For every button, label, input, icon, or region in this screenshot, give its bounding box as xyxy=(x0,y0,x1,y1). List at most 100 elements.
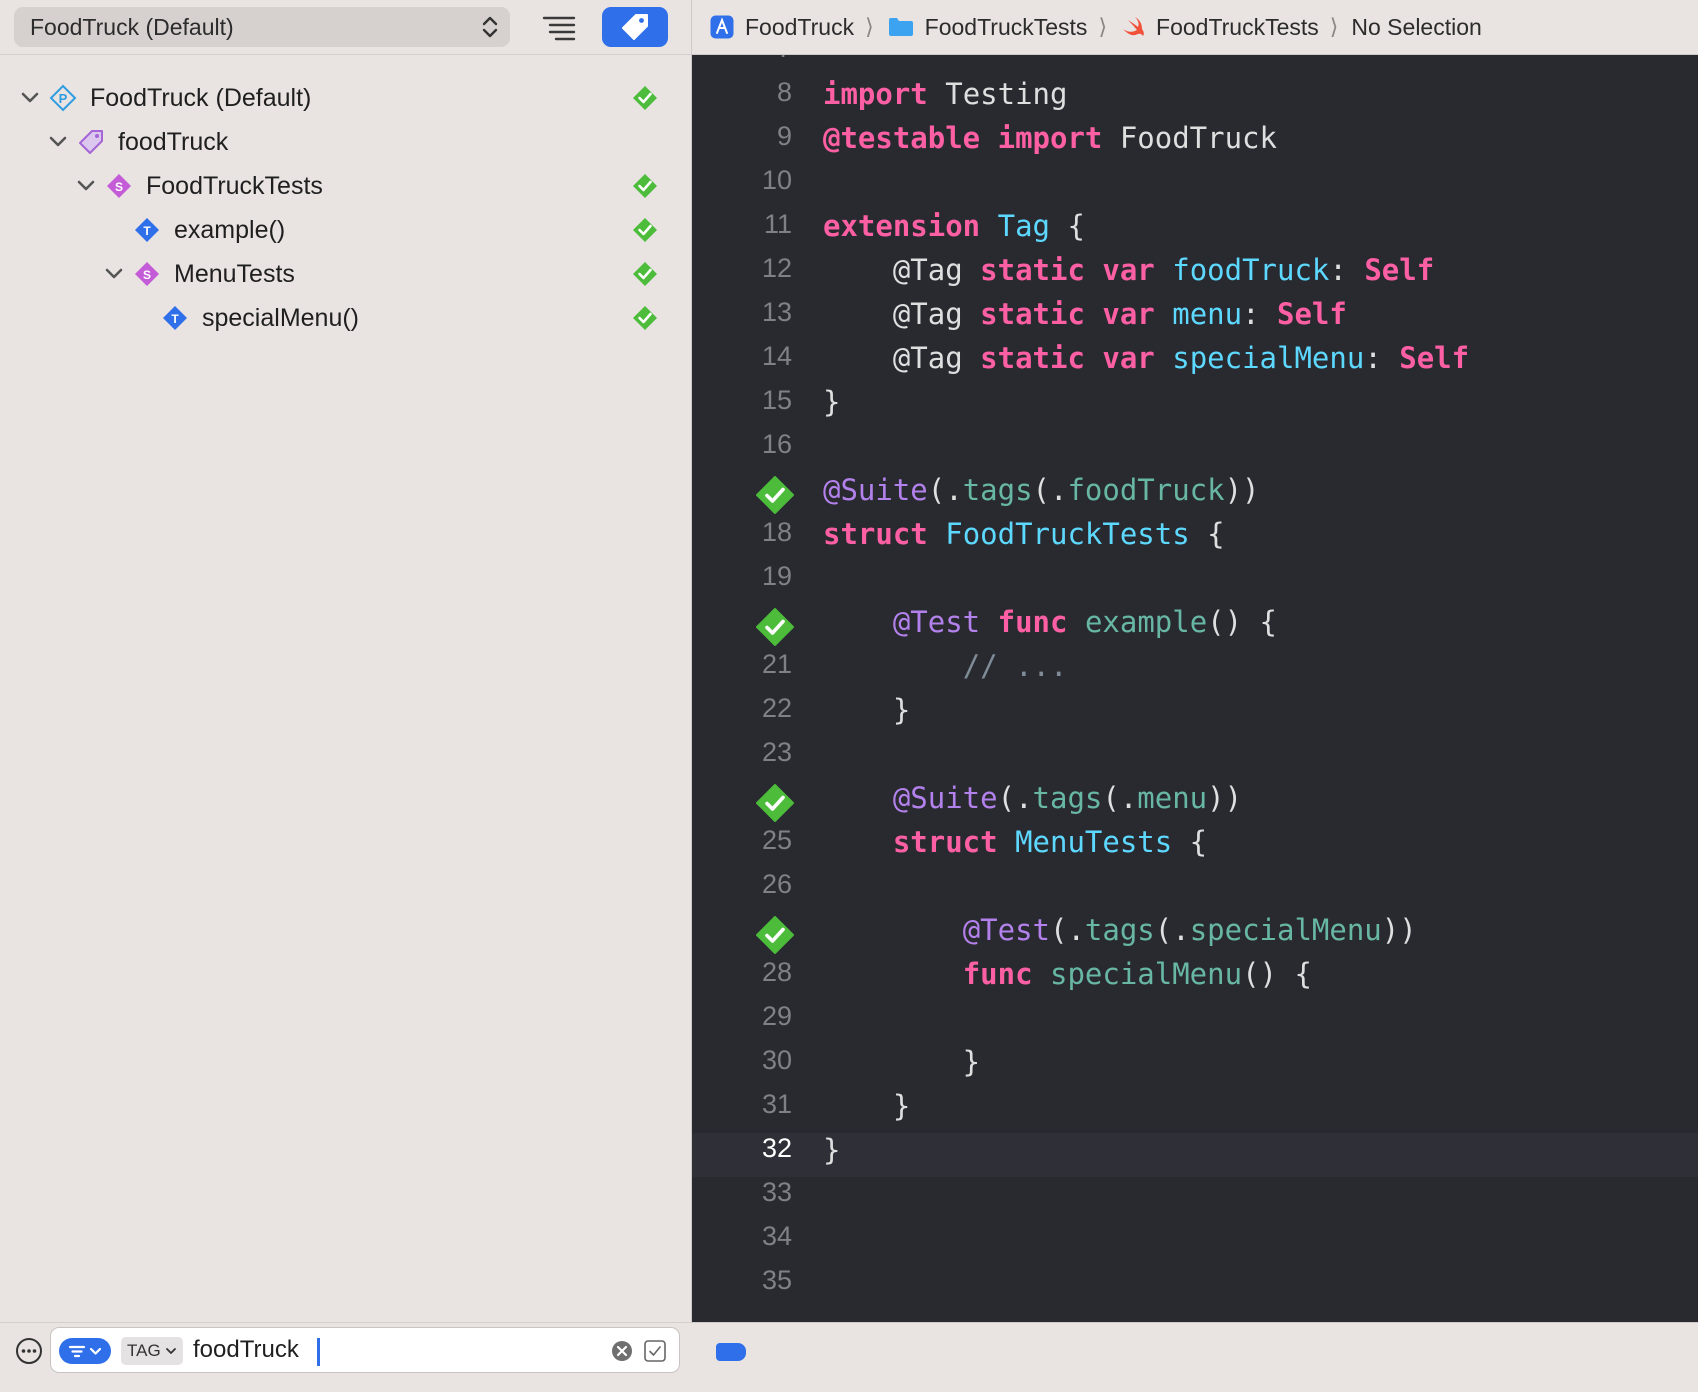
code-line: 10 xyxy=(692,165,1698,209)
code-line: 25 struct MenuTests { xyxy=(692,825,1698,869)
test-navigator: FoodTruck (Default) P FoodTruck (Default… xyxy=(0,0,692,1392)
tree-row-test[interactable]: T specialMenu() xyxy=(0,296,692,340)
chevron-down-icon[interactable] xyxy=(47,131,69,153)
test-passed-icon xyxy=(633,174,657,198)
test-passed-icon[interactable] xyxy=(756,608,794,646)
code-line: @Suite(.tags(.menu)) xyxy=(692,781,1698,825)
code-text: struct MenuTests { xyxy=(892,825,1208,859)
svg-text:S: S xyxy=(143,268,151,282)
tree-row-tag[interactable]: foodTruck xyxy=(0,120,692,164)
code-line: @Suite(.tags(.foodTruck)) xyxy=(692,473,1698,517)
code-text: } xyxy=(823,1089,911,1123)
breadcrumb-separator: ⟩ xyxy=(1329,14,1339,39)
tree-row-test-plan[interactable]: P FoodTruck (Default) xyxy=(0,76,692,120)
tree-row-suite[interactable]: S FoodTruckTests xyxy=(0,164,692,208)
svg-text:P: P xyxy=(59,91,68,106)
line-number: 32 xyxy=(761,1133,792,1163)
code-line: 19 xyxy=(692,561,1698,605)
filter-input-value[interactable]: foodTruck xyxy=(193,1336,299,1364)
line-number: 29 xyxy=(761,1001,792,1031)
code-text: @Test(.tags(.specialMenu)) xyxy=(962,913,1417,947)
line-number: 26 xyxy=(761,869,792,899)
folder-icon xyxy=(888,18,913,36)
jump-bar: FoodTruck ⟩ FoodTruckTests ⟩ FoodTruckTe… xyxy=(692,0,1698,55)
test-passed-icon[interactable] xyxy=(756,476,794,514)
line-number: 9 xyxy=(776,121,792,151)
tag-icon xyxy=(622,14,648,40)
test-passed-icon xyxy=(633,218,657,242)
tag-filter-token[interactable]: TAG xyxy=(121,1337,183,1365)
breadcrumb-file[interactable]: FoodTruckTests xyxy=(1120,14,1319,41)
line-number: 31 xyxy=(761,1089,792,1119)
code-line: 23 xyxy=(692,737,1698,781)
line-number: 30 xyxy=(761,1045,792,1075)
breadcrumb-label: FoodTruck xyxy=(745,13,855,40)
navigator-filter-bar: TAG foodTruck xyxy=(0,1322,692,1392)
code-line: 21 // ... xyxy=(692,649,1698,693)
svg-text:T: T xyxy=(143,224,151,238)
chevron-down-icon[interactable] xyxy=(75,175,97,197)
breadcrumb-label: FoodTruckTests xyxy=(1156,13,1319,40)
code-line: 34 xyxy=(692,1221,1698,1265)
line-number: 19 xyxy=(761,561,792,591)
filter-field[interactable]: TAG foodTruck xyxy=(50,1327,680,1373)
line-number: 16 xyxy=(761,429,792,459)
tree-row-suite[interactable]: S MenuTests xyxy=(0,252,692,296)
breadcrumb-folder[interactable]: FoodTruckTests xyxy=(887,14,1087,41)
tree-row-label: FoodTruck (Default) xyxy=(90,83,312,112)
test-passed-icon xyxy=(633,262,657,286)
source-editor[interactable]: 7 8 import Testing 9 @testable import Fo… xyxy=(692,55,1698,1322)
tree-row-label: FoodTruckTests xyxy=(146,171,323,200)
svg-text:T: T xyxy=(171,312,179,326)
code-text: extension Tag { xyxy=(823,209,1085,243)
filter-options-button[interactable] xyxy=(59,1338,111,1364)
clear-filter-icon[interactable] xyxy=(611,1340,633,1362)
breadcrumb-selection[interactable]: No Selection xyxy=(1351,14,1481,41)
breadcrumb-separator: ⟩ xyxy=(1098,14,1108,39)
code-text: func specialMenu() { xyxy=(962,957,1312,991)
line-number: 13 xyxy=(761,297,792,327)
line-number: 12 xyxy=(761,253,792,283)
code-text: import Testing xyxy=(823,77,1068,111)
code-line: 11 extension Tag { xyxy=(692,209,1698,253)
chevron-updown-icon xyxy=(482,16,498,38)
line-number: 14 xyxy=(761,341,792,371)
outline-view-icon[interactable] xyxy=(540,10,578,44)
code-line: 22 } xyxy=(692,693,1698,737)
code-line: 9 @testable import FoodTruck xyxy=(692,121,1698,165)
test-passed-icon xyxy=(633,86,657,110)
code-line: 28 func specialMenu() { xyxy=(692,957,1698,1001)
tree-row-test[interactable]: T example() xyxy=(0,208,692,252)
code-line: 35 xyxy=(692,1265,1698,1309)
code-text: } xyxy=(823,1045,981,1079)
chevron-down-icon[interactable] xyxy=(103,263,125,285)
scheme-popup-button[interactable]: FoodTruck (Default) xyxy=(14,7,510,47)
swift-file-icon xyxy=(1123,17,1144,36)
tag-view-button[interactable] xyxy=(602,7,668,47)
breadcrumb-separator: ⟩ xyxy=(865,14,874,39)
test-passed-icon[interactable] xyxy=(756,784,794,822)
test-passed-icon[interactable] xyxy=(756,916,794,954)
tree-row-label: example() xyxy=(174,215,286,244)
line-number: 7 xyxy=(692,55,792,64)
tree-row-label: specialMenu() xyxy=(202,303,360,332)
line-number: 22 xyxy=(761,693,792,723)
code-text: } xyxy=(823,693,911,727)
more-options-icon[interactable] xyxy=(15,1337,43,1365)
line-number: 33 xyxy=(761,1177,792,1207)
suite-icon: S xyxy=(135,262,159,286)
line-number: 34 xyxy=(761,1221,792,1251)
line-number: 8 xyxy=(776,77,792,107)
code-text: @Tag static var specialMenu: Self xyxy=(892,341,1470,375)
editor-area: FoodTruck ⟩ FoodTruckTests ⟩ FoodTruckTe… xyxy=(692,0,1698,1392)
breakpoints-toggle-icon[interactable] xyxy=(716,1343,746,1361)
chevron-down-icon xyxy=(165,1348,176,1354)
code-line: 15 } xyxy=(692,385,1698,429)
chevron-down-icon[interactable] xyxy=(19,87,41,109)
breadcrumb-project[interactable]: FoodTruck xyxy=(709,14,854,41)
code-line: 16 xyxy=(692,429,1698,473)
checkbox-filter-icon[interactable] xyxy=(643,1339,667,1363)
line-number: 11 xyxy=(763,209,792,239)
code-line: 18 struct FoodTruckTests { xyxy=(692,517,1698,561)
line-number: 18 xyxy=(761,517,792,547)
